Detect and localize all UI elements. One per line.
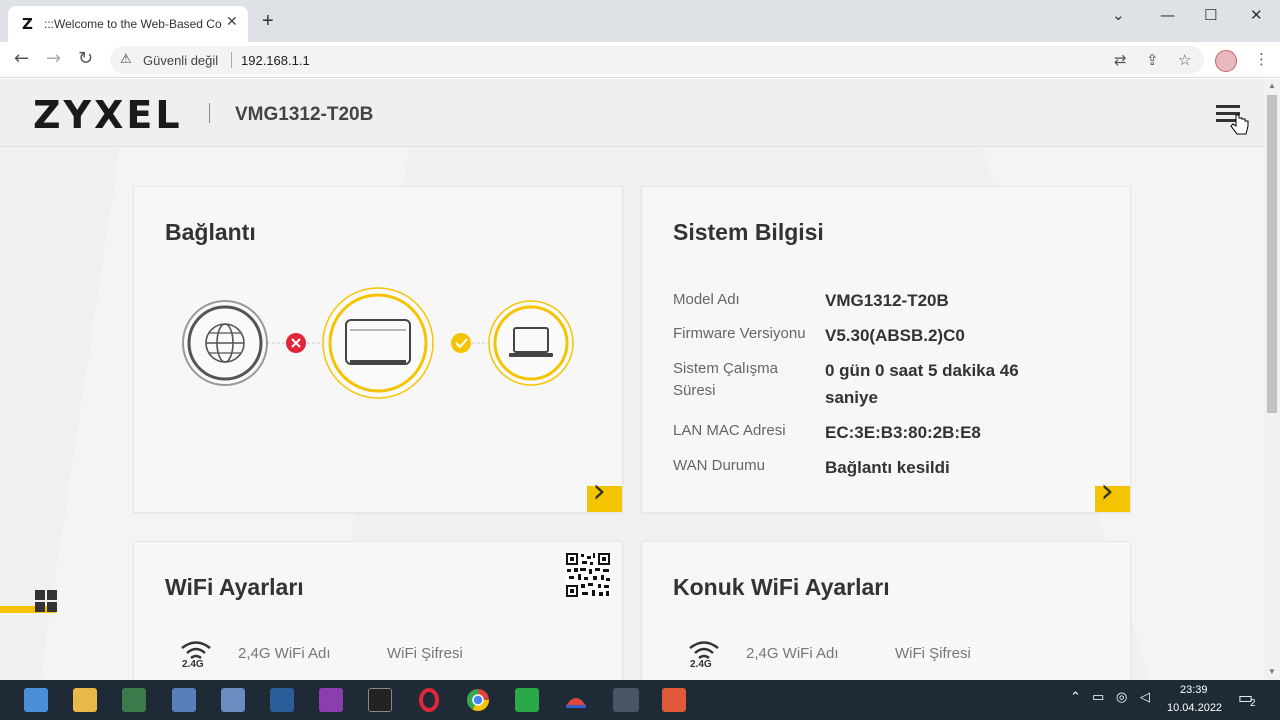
scrollbar-thumb[interactable] — [1267, 95, 1277, 413]
uptime-label: Sistem Çalışma Süresi — [673, 360, 779, 399]
wan-status-label: WAN Durumu — [673, 457, 765, 474]
zyxel-logo[interactable]: ZYXEL — [33, 93, 183, 137]
lan-mac-label: LAN MAC Adresi — [673, 422, 786, 439]
page-header: ZYXEL VMG1312-T20B — [0, 79, 1264, 147]
scroll-down-icon[interactable]: ▼ — [1268, 667, 1276, 676]
forward-arrow-icon[interactable]: → — [46, 48, 61, 69]
system-info-card-title: Sistem Bilgisi — [673, 219, 824, 245]
browser-tab-bar: Z :::Welcome to the Web-Based Co ✕ + ⌄ —… — [0, 0, 1280, 42]
model-name-value: VMG1312-T20B — [825, 291, 949, 310]
app-icon[interactable] — [221, 688, 245, 712]
tray-expand-icon[interactable]: ⌃ — [1070, 690, 1081, 705]
wifi-card-title: WiFi Ayarları — [165, 574, 304, 600]
chrome-icon[interactable] — [466, 688, 490, 712]
app-icon[interactable] — [122, 688, 146, 712]
security-label[interactable]: Güvenli değil — [143, 53, 218, 68]
star-icon[interactable]: ☆ — [1178, 51, 1191, 69]
guest-wifi-card[interactable]: Konuk WiFi Ayarları 2.4G 2,4G WiFi Adı W… — [641, 541, 1131, 680]
reload-icon[interactable]: ↻ — [78, 48, 93, 69]
model-name-label: Model Adı — [673, 291, 740, 308]
battery-icon[interactable]: ▭ — [1092, 690, 1104, 705]
profile-avatar[interactable] — [1215, 50, 1237, 72]
chrome-active-icon[interactable] — [613, 688, 639, 712]
omnibox-divider — [231, 52, 232, 68]
back-arrow-icon[interactable]: ← — [14, 48, 29, 69]
tab-search-icon[interactable]: ⌄ — [1112, 6, 1125, 24]
app-icon[interactable] — [564, 688, 588, 712]
tab-title: :::Welcome to the Web-Based Co — [44, 17, 222, 31]
connection-diagram — [182, 287, 574, 399]
uptime-value: 0 gün 0 saat 5 dakika 46 saniye — [825, 361, 1019, 407]
clock-time[interactable]: 23:39 — [1180, 684, 1208, 696]
page-scrollbar[interactable]: ▲ ▼ — [1264, 79, 1280, 680]
share-icon[interactable]: ⇪ — [1146, 51, 1159, 69]
minimize-button[interactable]: — — [1160, 6, 1175, 24]
warning-icon[interactable]: ⚠ — [120, 51, 132, 67]
dashboard-side-tab[interactable] — [0, 590, 57, 618]
wifi-band-label: 2.4G — [182, 659, 204, 670]
disconnected-x-icon — [286, 333, 306, 353]
guest-wifi-band-label: 2.4G — [690, 659, 712, 670]
app-icon[interactable] — [515, 688, 539, 712]
volume-icon[interactable]: ◁ — [1140, 690, 1150, 705]
firmware-label: Firmware Versiyonu — [673, 325, 806, 342]
lan-mac-value: EC:3E:B3:80:2B:E8 — [825, 423, 981, 442]
zyxel-favicon-icon: Z — [22, 15, 33, 33]
network-globe-icon[interactable]: ◎ — [1116, 690, 1127, 705]
phpstorm-icon[interactable] — [319, 688, 343, 712]
wan-status-value: Bağlantı kesildi — [825, 458, 950, 477]
system-info-card[interactable]: Sistem Bilgisi Model Adı VMG1312-T20B Fi… — [641, 186, 1131, 513]
hand-cursor-icon — [1230, 114, 1249, 135]
address-bar[interactable]: ⚠ Güvenli değil 192.168.1.1 ⇄ ⇪ ☆ — [110, 46, 1204, 74]
header-divider — [209, 103, 210, 123]
tab-close-icon[interactable]: ✕ — [226, 13, 238, 30]
router-icon — [322, 287, 434, 399]
connection-card-title: Bağlantı — [165, 219, 256, 245]
maximize-button[interactable]: ☐ — [1204, 6, 1217, 24]
new-tab-button[interactable]: + — [262, 10, 274, 33]
wifi-name-label: 2,4G WiFi Adı — [238, 645, 331, 662]
notification-count: 2 — [1250, 698, 1256, 709]
qr-code-icon[interactable] — [565, 552, 611, 598]
url-text[interactable]: 192.168.1.1 — [241, 53, 310, 68]
app-icon[interactable] — [270, 688, 294, 712]
scroll-up-icon[interactable]: ▲ — [1268, 81, 1276, 90]
chevron-right-icon[interactable]: › — [592, 474, 606, 508]
kebab-menu-icon[interactable]: ⋮ — [1254, 50, 1269, 68]
header-model-name: VMG1312-T20B — [235, 104, 374, 125]
translate-icon[interactable]: ⇄ — [1114, 51, 1127, 69]
windows-taskbar: ⌃ ▭ ◎ ◁ 23:39 10.04.2022 ▭ 2 — [0, 680, 1280, 720]
browser-tab[interactable]: Z :::Welcome to the Web-Based Co ✕ — [8, 6, 248, 42]
browser-toolbar: ← → ↻ ⚠ Güvenli değil 192.168.1.1 ⇄ ⇪ ☆ … — [0, 42, 1280, 78]
grid-icon[interactable] — [0, 590, 58, 620]
close-window-button[interactable]: ✕ — [1250, 6, 1263, 24]
guest-wifi-name-label: 2,4G WiFi Adı — [746, 645, 839, 662]
connection-card[interactable]: Bağlantı › — [133, 186, 623, 513]
opera-icon[interactable] — [417, 688, 441, 712]
file-explorer-icon[interactable] — [73, 688, 97, 712]
calculator-app-icon[interactable] — [24, 688, 48, 712]
wifi-settings-card[interactable]: WiFi Ayarları 2.4G 2,4G WiFi Adı WiFi Şi… — [133, 541, 623, 680]
terminal-icon[interactable] — [368, 688, 392, 712]
internet-globe-icon — [182, 300, 268, 386]
connected-check-icon — [451, 333, 471, 353]
app-icon[interactable] — [662, 688, 686, 712]
guest-wifi-password-label: WiFi Şifresi — [895, 645, 971, 662]
firmware-value: V5.30(ABSB.2)C0 — [825, 326, 965, 345]
clock-date[interactable]: 10.04.2022 — [1167, 702, 1222, 714]
guest-wifi-card-title: Konuk WiFi Ayarları — [673, 574, 890, 600]
network-app-icon[interactable] — [172, 688, 196, 712]
chevron-right-icon[interactable]: › — [1100, 474, 1114, 508]
wifi-password-label: WiFi Şifresi — [387, 645, 463, 662]
computer-icon — [488, 300, 574, 386]
router-web-page: ZYXEL VMG1312-T20B Bağlantı › Sistem Bil… — [0, 79, 1264, 680]
